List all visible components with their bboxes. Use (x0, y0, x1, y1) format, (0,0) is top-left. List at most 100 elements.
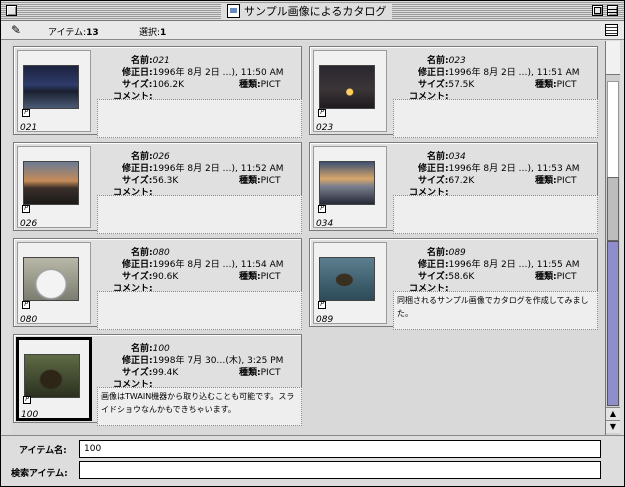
thumbnail-image (24, 354, 80, 398)
catalog-item-card[interactable]: P 026 名前:026 修正日:1996年 8月 2日 …), 11:52 A… (13, 142, 302, 234)
kind-row: 種類:PICT (239, 365, 280, 378)
size-value: 106.2K (152, 80, 185, 90)
catalog-item-card[interactable]: P 034 名前:034 修正日:1996年 8月 2日 …), 11:53 A… (309, 142, 598, 234)
item-count: アイテム:13 (48, 25, 99, 38)
kind-label: 種類: (535, 80, 557, 90)
window-title: サンプル画像によるカタログ (244, 5, 387, 18)
selected-count: 選択:1 (139, 25, 166, 38)
thumbnail-cell[interactable]: P 026 (17, 146, 91, 229)
item-info: 名前:089 修正日:1996年 8月 2日 …), 11:55 AM サイズ:… (390, 241, 598, 330)
item-count-value: 13 (86, 28, 99, 38)
kind-label: 種類: (239, 368, 261, 378)
thumbnail-cell[interactable]: P 034 (313, 146, 387, 229)
thumbnail-name: 023 (316, 123, 334, 133)
catalog-window: サンプル画像によるカタログ ✎ アイテム:13 選択:1 P 021 名前:02… (0, 0, 625, 487)
search-item-field[interactable] (79, 461, 601, 479)
comment-field[interactable] (393, 99, 598, 138)
thumbnail-image (319, 161, 375, 205)
size-value: 56.3K (152, 176, 179, 186)
kind-value: PICT (556, 272, 577, 282)
pict-badge-icon: P (318, 301, 326, 309)
scroll-down-arrow-icon[interactable]: ▼ (606, 420, 620, 433)
view-toggle-icon[interactable] (605, 24, 618, 36)
thumbnail-image (23, 161, 79, 205)
thumbnail-cell[interactable]: P 089 (313, 242, 387, 325)
thumbnail-cell[interactable]: P 080 (17, 242, 91, 325)
kind-label: 種類: (535, 272, 557, 282)
thumbnail-cell[interactable]: P 021 (17, 50, 91, 133)
thumbnail-name: 089 (316, 315, 334, 325)
scrollbar-thumb[interactable] (607, 241, 619, 406)
item-info: 名前:034 修正日:1996年 8月 2日 …), 11:53 AM サイズ:… (390, 145, 598, 234)
size-value: 58.6K (448, 272, 475, 282)
kind-label: 種類: (239, 176, 261, 186)
catalog-item-card[interactable]: P 089 名前:089 修正日:1996年 8月 2日 …), 11:55 A… (309, 238, 598, 330)
kind-row: 種類:PICT (239, 77, 280, 90)
document-icon (227, 4, 240, 18)
size-value: 99.4K (152, 368, 179, 378)
selected-count-label: 選択: (139, 28, 161, 38)
thumbnail-name: 100 (21, 410, 39, 420)
thumbnail-cell[interactable]: P 100 (16, 337, 92, 421)
thumbnail-name: 026 (20, 219, 38, 229)
catalog-item-card[interactable]: P 100 名前:100 修正日:1998年 7月 30…(木), 3:25 P… (13, 334, 302, 426)
kind-row: 種類:PICT (239, 173, 280, 186)
catalog-item-card[interactable]: P 023 名前:023 修正日:1996年 8月 2日 …), 11:51 A… (309, 46, 598, 138)
size-value: 67.2K (448, 176, 475, 186)
title-wrap: サンプル画像によるカタログ (221, 3, 393, 19)
bottom-fields: アイテム名: 100 検索アイテム: (1, 435, 624, 486)
kind-value: PICT (260, 272, 281, 282)
pict-badge-icon: P (22, 301, 30, 309)
thumbnail-name: 021 (20, 123, 38, 133)
catalog-item-card[interactable]: P 021 名前:021 修正日:1996年 8月 2日 …), 11:50 A… (13, 46, 302, 138)
scrollbar-top-cap (606, 41, 620, 75)
kind-label: 種類: (535, 176, 557, 186)
comment-field[interactable] (97, 291, 302, 330)
thumbnail-name: 034 (316, 219, 334, 229)
item-info: 名前:080 修正日:1996年 8月 2日 …), 11:54 AM サイズ:… (94, 241, 302, 330)
item-count-label: アイテム: (48, 28, 87, 38)
comment-field[interactable]: 画像はTWAIN機器から取り込むことも可能です。スライドショウなんかもできちゃい… (97, 387, 302, 426)
kind-row: 種類:PICT (535, 269, 576, 282)
zoom-box-button[interactable] (592, 5, 603, 16)
thumbnail-cell[interactable]: P 023 (313, 50, 387, 133)
item-info: 名前:026 修正日:1996年 8月 2日 …), 11:52 AM サイズ:… (94, 145, 302, 234)
kind-label: 種類: (239, 272, 261, 282)
pict-badge-icon: P (22, 109, 30, 117)
size-value: 90.6K (152, 272, 179, 282)
pict-badge-icon: P (318, 109, 326, 117)
title-bar[interactable]: サンプル画像によるカタログ (1, 1, 624, 21)
comment-field[interactable] (393, 195, 598, 234)
item-name-field[interactable]: 100 (79, 440, 601, 458)
catalog-item-card[interactable]: P 080 名前:080 修正日:1996年 8月 2日 …), 11:54 A… (13, 238, 302, 330)
comment-field[interactable]: 同梱されるサンプル画像でカタログを作成してみました。 (393, 291, 598, 330)
kind-value: PICT (556, 80, 577, 90)
kind-label: 種類: (239, 80, 261, 90)
item-name-label: アイテム名: (19, 446, 67, 456)
vertical-scrollbar[interactable]: ▲ ▼ (605, 41, 620, 435)
kind-row: 種類:PICT (535, 77, 576, 90)
kind-value: PICT (260, 368, 281, 378)
search-item-label: 検索アイテム: (11, 469, 68, 479)
pict-badge-icon: P (22, 205, 30, 213)
pencil-icon: ✎ (11, 23, 22, 37)
kind-value: PICT (260, 80, 281, 90)
kind-row: 種類:PICT (239, 269, 280, 282)
close-box-button[interactable] (6, 5, 17, 16)
comment-field[interactable] (97, 195, 302, 234)
item-info: 名前:021 修正日:1996年 8月 2日 …), 11:50 AM サイズ:… (94, 49, 302, 138)
scrollbar-track-shade (607, 177, 619, 241)
thumbnail-image (319, 65, 375, 109)
info-bar: ✎ アイテム:13 選択:1 (1, 21, 624, 40)
size-value: 57.5K (448, 80, 475, 90)
thumbnail-image (319, 257, 375, 301)
item-info: 名前:023 修正日:1996年 8月 2日 …), 11:51 AM サイズ:… (390, 49, 598, 138)
item-info: 名前:100 修正日:1998年 7月 30…(木), 3:25 PM サイズ:… (94, 337, 302, 426)
comment-field[interactable] (97, 99, 302, 138)
kind-value: PICT (260, 176, 281, 186)
scroll-up-arrow-icon[interactable]: ▲ (606, 407, 620, 420)
collapse-box-button[interactable] (607, 5, 618, 16)
kind-value: PICT (556, 176, 577, 186)
thumbnail-image (23, 257, 79, 301)
thumbnail-image (23, 65, 79, 109)
